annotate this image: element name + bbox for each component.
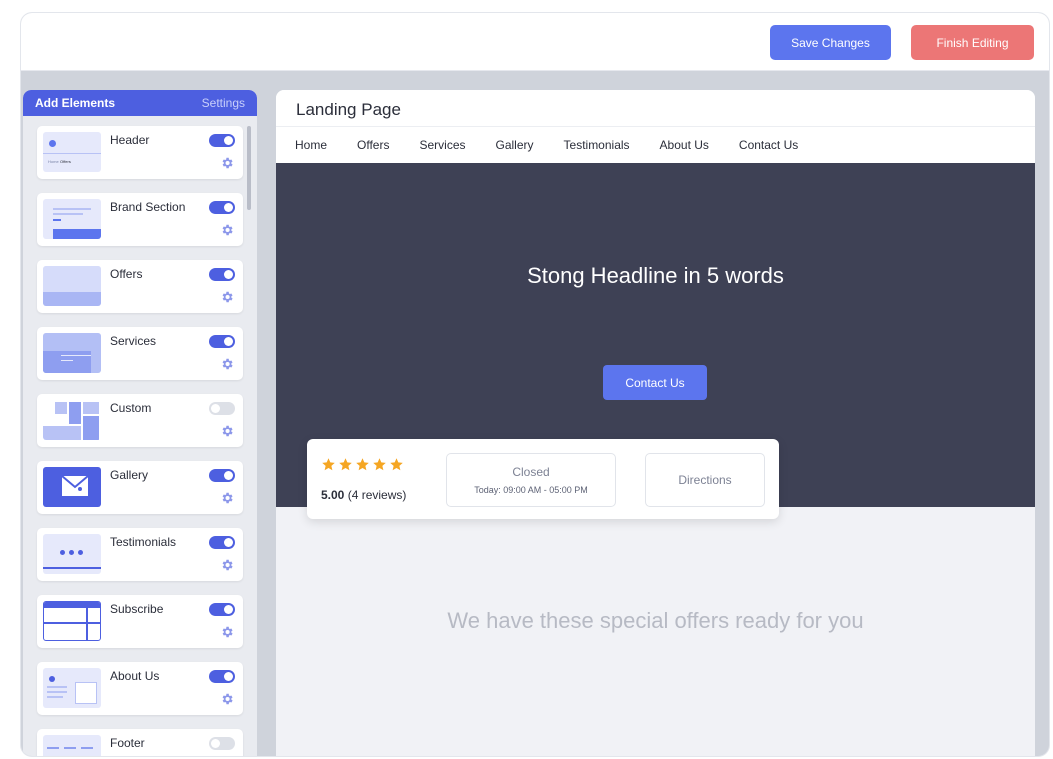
custom-thumbnail-icon — [43, 400, 101, 440]
gear-icon[interactable] — [220, 290, 234, 304]
star-icon — [373, 458, 386, 471]
nav-link-services[interactable]: Services — [419, 138, 465, 152]
top-toolbar: Save Changes Finish Editing — [21, 13, 1049, 71]
element-name: Gallery — [110, 468, 149, 482]
services-toggle[interactable] — [209, 335, 235, 348]
element-name: About Us — [110, 669, 160, 683]
sidebar-tabs: Add Elements Settings — [23, 90, 257, 116]
brand-section-thumbnail-icon — [43, 199, 101, 239]
hero-contact-button[interactable]: Contact Us — [603, 365, 707, 400]
star-icon — [322, 458, 335, 471]
subscribe-thumbnail-icon — [43, 601, 101, 641]
offers-thumbnail-icon — [43, 266, 101, 306]
star-icon — [390, 458, 403, 471]
today-hours: Today: 09:00 AM - 05:00 PM — [474, 485, 588, 495]
element-card-services[interactable]: Services — [37, 327, 243, 380]
subscribe-toggle[interactable] — [209, 603, 235, 616]
element-name: Subscribe — [110, 602, 164, 616]
review-count: (4 reviews) — [347, 488, 407, 502]
thumb-text-home: Home — [48, 159, 59, 164]
nav-link-offers[interactable]: Offers — [357, 138, 389, 152]
open-status: Closed — [512, 465, 550, 479]
editor-window: Save Changes Finish Editing Add Elements… — [20, 12, 1050, 757]
header-thumbnail-icon: Home Offers — [43, 132, 101, 172]
element-name: Custom — [110, 401, 152, 415]
save-changes-button[interactable]: Save Changes — [770, 25, 891, 60]
opening-hours-box: Closed Today: 09:00 AM - 05:00 PM — [446, 453, 616, 507]
gallery-toggle[interactable] — [209, 469, 235, 482]
finish-editing-button[interactable]: Finish Editing — [911, 25, 1034, 60]
add-elements-sidebar: Add Elements Settings Home Offers Header — [23, 90, 257, 756]
offers-heading[interactable]: We have these special offers ready for y… — [276, 608, 1035, 634]
directions-button[interactable]: Directions — [645, 453, 765, 507]
element-card-gallery[interactable]: Gallery — [37, 461, 243, 514]
footer-thumbnail-icon — [43, 735, 101, 756]
gear-icon[interactable] — [220, 692, 234, 706]
gear-icon[interactable] — [220, 223, 234, 237]
element-name: Header — [110, 133, 150, 147]
element-card-testimonials[interactable]: Testimonials — [37, 528, 243, 581]
landing-page-preview: Landing Page Home Offers Services Galler… — [276, 90, 1035, 756]
gear-icon[interactable] — [220, 558, 234, 572]
gear-icon[interactable] — [220, 491, 234, 505]
gear-icon[interactable] — [220, 156, 234, 170]
preview-nav: Home Offers Services Gallery Testimonial… — [276, 127, 1035, 163]
element-name: Brand Section — [110, 200, 186, 214]
star-icon — [356, 458, 369, 471]
star-icon — [339, 458, 352, 471]
hero-headline[interactable]: Stong Headline in 5 words — [276, 263, 1035, 289]
brand-section-toggle[interactable] — [209, 201, 235, 214]
page-title: Landing Page — [276, 90, 1035, 127]
footer-toggle[interactable] — [209, 737, 235, 750]
element-card-header[interactable]: Home Offers Header — [37, 126, 243, 179]
about-us-toggle[interactable] — [209, 670, 235, 683]
nav-link-about-us[interactable]: About Us — [660, 138, 709, 152]
about-us-thumbnail-icon — [43, 668, 101, 708]
tab-settings[interactable]: Settings — [202, 96, 245, 110]
nav-link-testimonials[interactable]: Testimonials — [564, 138, 630, 152]
element-name: Testimonials — [110, 535, 177, 549]
header-toggle[interactable] — [209, 134, 235, 147]
element-card-brand-section[interactable]: Brand Section — [37, 193, 243, 246]
gear-icon[interactable] — [220, 625, 234, 639]
tab-add-elements[interactable]: Add Elements — [35, 96, 115, 110]
gear-icon[interactable] — [220, 424, 234, 438]
gallery-thumbnail-icon — [43, 467, 101, 507]
rating-stars — [321, 457, 404, 472]
business-info-card: 5.00 (4 reviews) Closed Today: 09:00 AM … — [307, 439, 779, 519]
nav-link-home[interactable]: Home — [295, 138, 327, 152]
element-card-footer[interactable]: Footer — [37, 729, 243, 756]
testimonials-toggle[interactable] — [209, 536, 235, 549]
element-card-custom[interactable]: Custom — [37, 394, 243, 447]
element-name: Footer — [110, 736, 145, 750]
element-card-offers[interactable]: Offers — [37, 260, 243, 313]
testimonials-thumbnail-icon — [43, 534, 101, 574]
thumb-text-offers: Offers — [60, 159, 71, 164]
sidebar-scrollbar[interactable] — [247, 126, 251, 210]
rating-value: 5.00 — [321, 488, 345, 502]
nav-link-gallery[interactable]: Gallery — [496, 138, 534, 152]
offers-toggle[interactable] — [209, 268, 235, 281]
element-name: Offers — [110, 267, 143, 281]
custom-toggle[interactable] — [209, 402, 235, 415]
element-card-subscribe[interactable]: Subscribe — [37, 595, 243, 648]
nav-link-contact-us[interactable]: Contact Us — [739, 138, 798, 152]
element-name: Services — [110, 334, 157, 348]
rating-summary: 5.00 (4 reviews) — [321, 488, 406, 502]
services-thumbnail-icon — [43, 333, 101, 373]
gear-icon[interactable] — [220, 357, 234, 371]
element-card-about-us[interactable]: About Us — [37, 662, 243, 715]
